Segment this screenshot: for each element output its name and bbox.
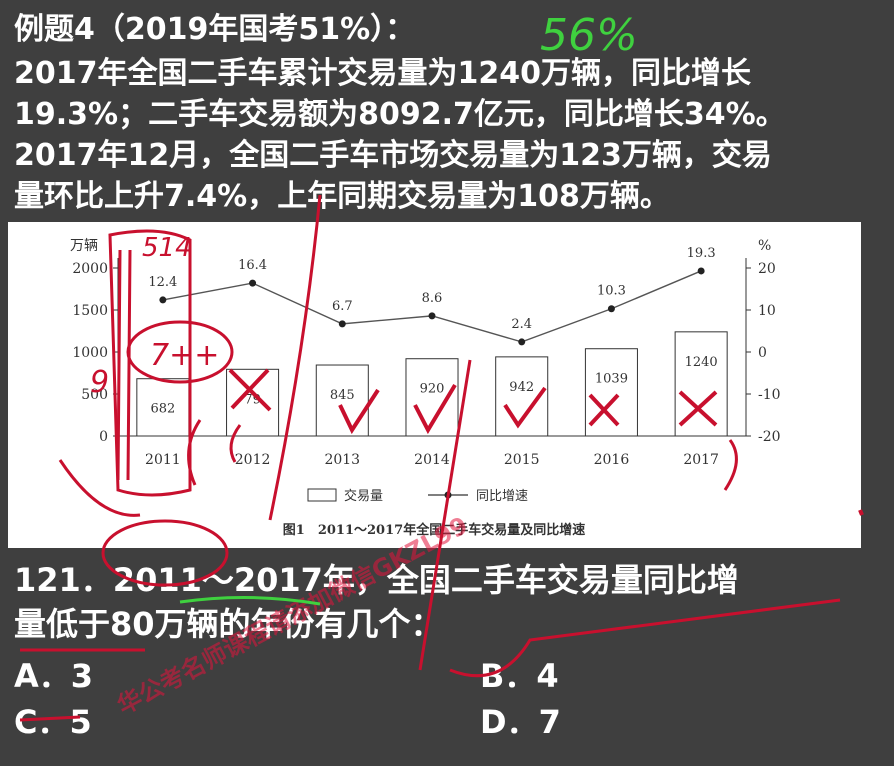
- left-tick-label: 1500: [72, 303, 108, 319]
- bar-label: 845: [330, 388, 355, 403]
- growth-point: [518, 338, 526, 346]
- option-d[interactable]: D．7: [480, 702, 561, 742]
- growth-label: 8.6: [422, 291, 443, 306]
- chart-panel: 万辆% 0 500 1000 1500 2000 -20 -10 0 10 20 682 2011 79 2…: [8, 222, 861, 548]
- growth-label: 16.4: [238, 258, 267, 273]
- option-c[interactable]: C．5: [14, 702, 92, 742]
- x-tick-label: 2016: [594, 452, 630, 468]
- legend-bar-swatch: [307, 488, 337, 502]
- growth-point: [607, 305, 615, 313]
- left-tick-label: 0: [99, 429, 108, 445]
- left-tick-label: 500: [81, 387, 108, 403]
- x-tick-label: 2011: [145, 452, 181, 468]
- growth-label: 2.4: [511, 317, 532, 332]
- legend-line-marker: [444, 491, 452, 499]
- right-tick-label: -20: [758, 429, 781, 445]
- growth-label: 6.7: [332, 299, 353, 314]
- combo-chart: 万辆 % 0 500 1000 1500 2000 -20 -10 0 10 20 682 2011 79 2…: [70, 238, 781, 538]
- growth-label: 19.3: [687, 246, 716, 261]
- bar-2016: [584, 348, 638, 437]
- left-tick-label: 2000: [72, 261, 108, 277]
- passage-line-4: 量环比上升7.4%，上年同期交易量为108万辆。: [14, 179, 670, 214]
- growth-point: [428, 312, 436, 320]
- bar-label: 1039: [595, 372, 628, 387]
- passage-line-3: 2017年12月，全国二手车市场交易量为123万辆，交易: [14, 138, 772, 173]
- option-b[interactable]: B．4: [480, 656, 559, 696]
- legend-bar-label: 交易量: [344, 488, 383, 504]
- right-tick-label: 0: [758, 345, 767, 361]
- x-tick-label: 2012: [235, 452, 271, 468]
- passage-line-1: 2017年全国二手车累计交易量为1240万辆，同比增长: [14, 56, 751, 91]
- legend-line-label: 同比增速: [476, 489, 528, 504]
- bar-label: 79: [244, 392, 261, 407]
- bar-label: 1240: [685, 355, 718, 370]
- growth-point: [159, 296, 167, 304]
- passage-line-2: 19.3%；二手车交易额为8092.7亿元，同比增长34%。: [14, 97, 786, 132]
- bar-2017: [674, 331, 728, 437]
- right-tick-label: 20: [758, 261, 776, 277]
- bar-label: 942: [509, 380, 534, 395]
- right-tick-label: -10: [758, 387, 781, 403]
- right-tick-label: 10: [758, 303, 776, 319]
- growth-point: [249, 279, 257, 287]
- example-title: 例题4（2019年国考51%）：: [14, 12, 416, 47]
- growth-line: [162, 270, 702, 343]
- x-tick-label: 2013: [324, 452, 360, 468]
- right-axis-unit: %: [758, 238, 771, 254]
- option-a[interactable]: A．3: [14, 656, 93, 696]
- left-axis-unit: 万辆: [70, 238, 98, 254]
- x-tick-label: 2014: [414, 452, 450, 468]
- bar-2014: [405, 358, 459, 437]
- bar-label: 682: [150, 402, 175, 417]
- growth-label: 10.3: [597, 284, 626, 299]
- x-tick-label: 2015: [504, 452, 540, 468]
- growth-point: [697, 267, 705, 275]
- x-tick-label: 2017: [683, 452, 719, 468]
- growth-label: 12.4: [148, 275, 177, 290]
- left-tick-label: 1000: [72, 345, 108, 361]
- growth-point: [338, 320, 346, 328]
- bar-2015: [495, 356, 549, 437]
- bar-label: 920: [420, 382, 445, 397]
